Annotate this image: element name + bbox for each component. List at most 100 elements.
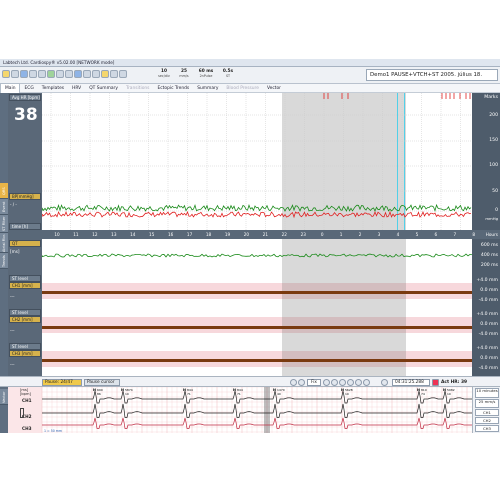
- print-icon-2[interactable]: [347, 379, 354, 386]
- filter-icon[interactable]: [110, 70, 118, 78]
- marker-icon[interactable]: [101, 70, 109, 78]
- edit-icon[interactable]: [355, 379, 362, 386]
- bp-value: - / -: [10, 202, 17, 207]
- toolbar-icons: [2, 70, 127, 78]
- st-level-label-2: ST level: [9, 309, 41, 316]
- side-tab-qrs[interactable]: QRS: [0, 183, 8, 199]
- tab-vector[interactable]: Vector: [263, 84, 285, 93]
- st-channel-label-2[interactable]: CH2 [mm]: [9, 316, 41, 323]
- tab-hrv[interactable]: HRV: [68, 84, 85, 93]
- st-channel-label-3[interactable]: CH3 [mm]: [9, 350, 41, 357]
- ecg-ch3-toggle[interactable]: CH3: [475, 425, 499, 432]
- beat-type-label: N: [417, 388, 420, 392]
- mode-selector[interactable]: Pause cursor: [84, 379, 120, 386]
- scale-150: 150: [489, 138, 498, 143]
- hr-trend-svg: [42, 93, 472, 230]
- ecg-strip[interactable]: [ms] [bpm] CH1 CH2 CH3 N 690 86 N 5874 10 N 844…: [8, 387, 472, 433]
- beat-interval-label: 71: [187, 392, 191, 396]
- st-trend-chart-2[interactable]: [42, 308, 472, 342]
- hours-label: Hours: [485, 232, 498, 237]
- back-icon[interactable]: [29, 70, 37, 78]
- print-icon[interactable]: [20, 70, 28, 78]
- side-tab-event[interactable]: Event: [0, 199, 8, 215]
- st-scale-zero-3: 0.0 mm: [480, 356, 498, 361]
- side-tab-st-filter[interactable]: ST Filter: [0, 215, 8, 233]
- night-shade-st-2: [282, 308, 406, 342]
- open-folder-icon[interactable]: [2, 70, 10, 78]
- event-control-bar: Pause: 24/47 Pause cursor Fix 04:31:25.2…: [0, 376, 500, 387]
- hr-right-scale: Marks 200 150 100 50 0 mmHg: [472, 93, 500, 230]
- speed-st[interactable]: 0.5s ST: [218, 69, 238, 79]
- speed-pulse[interactable]: 60 ms 2nPulse: [196, 69, 216, 79]
- time-tick: 7: [453, 232, 457, 237]
- tab-ecg[interactable]: ECG: [20, 84, 37, 93]
- zoom-fix-button[interactable]: Fix: [307, 379, 321, 386]
- time-tick: 13: [111, 232, 117, 237]
- speed-sec-per-div[interactable]: 10 sec/div: [154, 69, 174, 79]
- beat-interval-label: 40: [277, 392, 281, 396]
- ecg-ch1-toggle[interactable]: CH1: [475, 409, 499, 416]
- qt-trend-chart[interactable]: [42, 239, 472, 274]
- settings-icon[interactable]: [83, 70, 91, 78]
- scale-100: 100: [489, 163, 498, 168]
- side-tab-vector[interactable]: Vector: [0, 389, 8, 405]
- time-axis[interactable]: 10 11 12 13 14 15 16 17 18 19 20 21 22 23 0 1 2 3 4 5 6 7 8 Ho…: [8, 230, 500, 239]
- st-left-panel-1: ST level CH1 [mm] ---: [8, 274, 42, 308]
- time-tick: 0: [320, 232, 324, 237]
- qt-trend-line: [42, 253, 472, 258]
- qt-label[interactable]: QT: [9, 240, 41, 247]
- side-tab-atrial-fibr[interactable]: Atrial Fibr.: [0, 233, 8, 253]
- st-trend-line-2: [42, 326, 472, 329]
- st-left-panel-2: ST level CH2 [mm] ---: [8, 308, 42, 342]
- tab-qt-summary[interactable]: QT Summary: [85, 84, 122, 93]
- tab-ectopic-trends[interactable]: Ectopic Trends: [153, 84, 193, 93]
- time-tick: 19: [224, 232, 231, 237]
- qt-scale-400: 400 ms: [480, 253, 498, 258]
- help-icon[interactable]: [119, 70, 127, 78]
- tab-summary[interactable]: Summary: [193, 84, 222, 93]
- zoom-icon[interactable]: [331, 379, 338, 386]
- zoom-in-icon[interactable]: [56, 70, 64, 78]
- speed-mm-per-s[interactable]: 25 mm/s: [174, 69, 194, 79]
- bp-label[interactable]: BP[mmHg]: [9, 193, 41, 200]
- tab-blood-pressure[interactable]: Blood Pressure: [222, 84, 263, 93]
- st-channel-label-1[interactable]: CH1 [mm]: [9, 282, 41, 289]
- list-icon[interactable]: [92, 70, 100, 78]
- time-tick: 14: [130, 232, 136, 237]
- tab-transitions[interactable]: Transitions: [122, 84, 154, 93]
- clock-icon: [381, 379, 388, 386]
- hr-trend-chart[interactable]: [42, 93, 472, 230]
- tab-templates[interactable]: Templates: [38, 84, 68, 93]
- save-icon[interactable]: [11, 70, 19, 78]
- check-icon[interactable]: [47, 70, 55, 78]
- current-time-field[interactable]: 04:31:25.288: [392, 379, 430, 386]
- zoom-out-icon[interactable]: [65, 70, 73, 78]
- hr-trend-line: [42, 203, 472, 213]
- st-trend-chart-1[interactable]: [42, 274, 472, 308]
- tab-main[interactable]: Main: [0, 83, 21, 93]
- forward-icon[interactable]: [38, 70, 46, 78]
- st-trend-chart-3[interactable]: [42, 342, 472, 376]
- time-tick: 12: [92, 232, 98, 237]
- ecg-ch2-toggle[interactable]: CH2: [475, 417, 499, 424]
- prev-icon[interactable]: [298, 379, 305, 386]
- time-tick: 23: [300, 232, 306, 237]
- patient-info-field[interactable]: Demo1 PAUSE+VTCH+ST 2005. július 18.: [366, 69, 498, 81]
- next-icon[interactable]: [323, 379, 330, 386]
- close-icon[interactable]: [363, 379, 370, 386]
- st-scale-zero-1: 0.0 mm: [480, 288, 498, 293]
- beat-type-label: N: [341, 388, 344, 392]
- st-trend-line-1: [42, 291, 472, 294]
- report-icon[interactable]: [74, 70, 82, 78]
- ecg-speed-button[interactable]: 25 mm/s: [475, 399, 499, 408]
- hr-left-panel: Avg HR [bpm] 38 BP[mmHg] - / - time [h]: [8, 93, 42, 230]
- time-tick: 11: [73, 232, 79, 237]
- search-icon[interactable]: [339, 379, 346, 386]
- beat-type-label: N: [121, 388, 124, 392]
- ecg-minutes-button[interactable]: 10 minutes: [475, 388, 499, 398]
- ecg-scale-label: 1 = 50 mm: [44, 429, 62, 433]
- side-tab-trends[interactable]: Trends: [0, 253, 8, 269]
- event-selector[interactable]: Pause: 24/47: [42, 379, 82, 386]
- first-icon[interactable]: [290, 379, 297, 386]
- time-tick: 22: [281, 232, 287, 237]
